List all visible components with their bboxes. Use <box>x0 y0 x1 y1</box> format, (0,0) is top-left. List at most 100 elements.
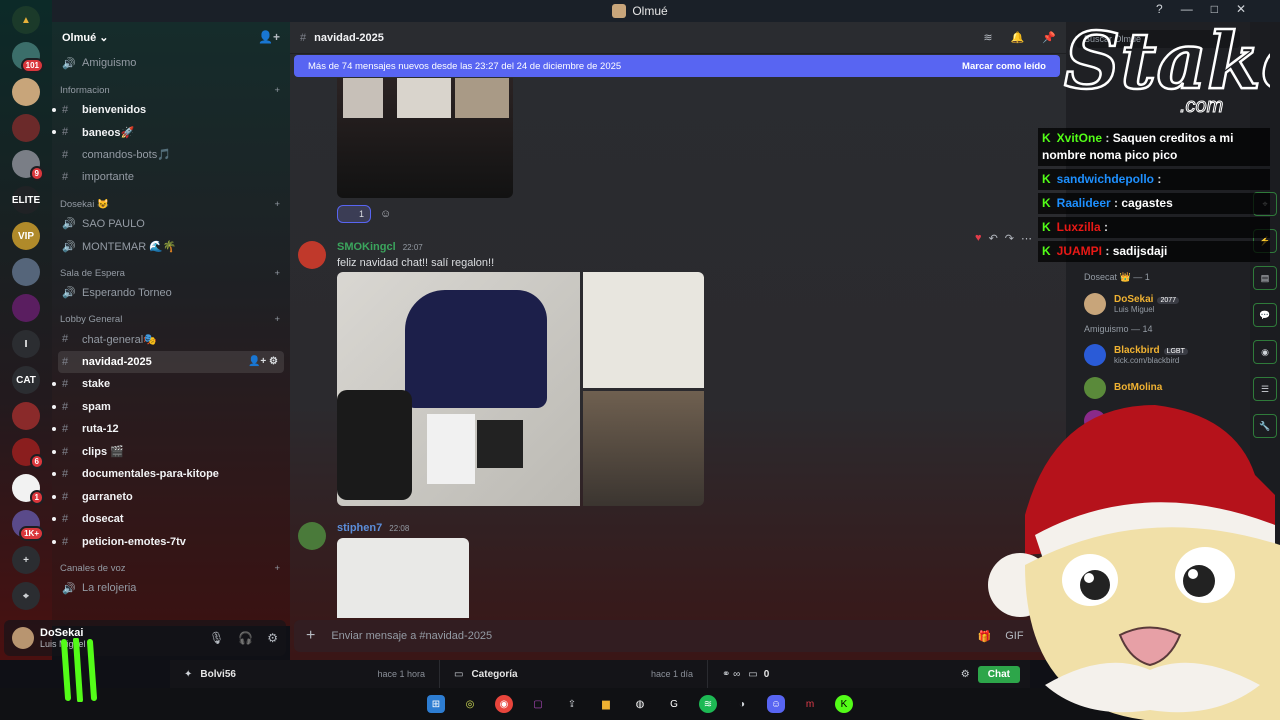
server-icon[interactable] <box>12 402 40 430</box>
app-icon[interactable]: ▢ <box>529 695 547 713</box>
settings-gear-icon[interactable]: ⚙ <box>961 669 970 680</box>
server-icon[interactable]: CAT <box>12 366 40 394</box>
server-header[interactable]: Olmué ⌄ 👤+ <box>52 22 290 52</box>
avatar[interactable] <box>298 241 326 269</box>
reaction-pill[interactable]: 1 <box>337 205 371 223</box>
member-item[interactable]: Blackbird LGBT kick.com/blackbird <box>1066 338 1250 371</box>
channel-category[interactable]: Canales de voz + <box>58 557 284 577</box>
message-author[interactable]: stiphen7 <box>337 522 382 534</box>
app-icon[interactable]: m <box>801 695 819 713</box>
add-channel-icon[interactable]: + <box>274 563 280 574</box>
home-icon[interactable]: ▲ <box>12 6 40 34</box>
bottom-item[interactable]: ✦ Bolvi56 hace 1 hora <box>170 660 440 688</box>
kick-icon[interactable]: K <box>835 695 853 713</box>
new-messages-banner[interactable]: Más de 74 mensajes nuevos desde las 23:2… <box>294 55 1060 77</box>
mark-as-read-button[interactable]: Marcar como leído <box>962 61 1046 72</box>
minimize-button[interactable]: — <box>1181 2 1193 16</box>
channel-settings-icon[interactable]: 👤+ ⚙ <box>248 356 278 367</box>
pin-icon[interactable]: 📌 <box>1042 31 1056 44</box>
discover-icon[interactable]: ⌖ <box>12 582 40 610</box>
settings-gear-icon[interactable]: ⚙ <box>267 631 278 645</box>
channel-item[interactable]: # navidad-2025 👤+ ⚙ <box>58 350 284 373</box>
broadcast-icon[interactable]: ◉ <box>1253 340 1277 364</box>
image-figures[interactable] <box>583 391 704 506</box>
image-comic[interactable] <box>583 272 704 388</box>
message-image[interactable] <box>337 78 513 198</box>
server-icon[interactable]: I <box>12 330 40 358</box>
channel-item[interactable]: # dosecat <box>52 508 284 531</box>
channel-category[interactable]: Lobby General + <box>58 308 284 328</box>
channel-item[interactable]: # spam <box>52 396 284 419</box>
close-button[interactable]: ✕ <box>1236 2 1246 16</box>
headphones-icon[interactable]: 🎧 <box>238 631 253 645</box>
message-image[interactable] <box>337 538 469 618</box>
reply-icon[interactable]: ↶ <box>989 232 998 245</box>
channel-category[interactable]: Sala de Espera + <box>58 262 284 282</box>
server-icon[interactable]: ELITE <box>12 186 40 214</box>
bell-icon[interactable]: 🔔 <box>1011 31 1025 44</box>
channel-item[interactable]: 🔊 Esperando Torneo <box>58 282 284 305</box>
heart-icon[interactable]: ♥ <box>975 232 982 245</box>
app-icon[interactable]: G <box>665 695 683 713</box>
obs-icon[interactable]: ◍ <box>631 695 649 713</box>
channel-item[interactable]: # baneos🚀 <box>52 121 284 144</box>
channel-item[interactable]: # clips 🎬 <box>52 441 284 464</box>
channel-item[interactable]: # chat-general🎭 <box>58 328 284 351</box>
member-item[interactable]: DoSekai 2077 Luis Miguel <box>1066 287 1250 320</box>
app-icon[interactable]: ◑ <box>733 695 751 713</box>
avatar[interactable] <box>12 627 34 649</box>
add-server-icon[interactable]: + <box>12 546 40 574</box>
server-icon[interactable]: 101 <box>12 42 44 73</box>
help-icon[interactable]: ? <box>1156 2 1163 16</box>
add-attachment-icon[interactable]: + <box>306 627 315 645</box>
folder-icon[interactable]: ▆ <box>597 695 615 713</box>
server-icon[interactable]: 6 <box>12 438 44 469</box>
add-channel-icon[interactable]: + <box>274 268 280 279</box>
threads-icon[interactable]: ≋ <box>983 31 992 44</box>
maximize-button[interactable]: □ <box>1211 2 1218 16</box>
channel-item[interactable]: # ruta-12 <box>52 418 284 441</box>
channel-item[interactable]: # bienvenidos <box>52 99 284 122</box>
chat-bubble-icon[interactable]: 💬 <box>1253 303 1277 327</box>
message-author[interactable]: SMOKingcl <box>337 241 396 253</box>
server-icon[interactable] <box>12 294 40 322</box>
document-icon[interactable]: ▤ <box>1253 266 1277 290</box>
image-sneakers[interactable] <box>337 272 580 506</box>
channel-item[interactable]: # stake <box>52 373 284 396</box>
server-icon[interactable]: 1K+ <box>12 510 44 541</box>
add-reaction-icon[interactable]: ☺ <box>380 208 391 220</box>
channel-category[interactable]: Informacion + <box>58 79 284 99</box>
forward-icon[interactable]: ↷ <box>1005 232 1014 245</box>
server-icon[interactable] <box>12 258 40 286</box>
channel-item[interactable]: # garraneto <box>52 486 284 509</box>
channel-item[interactable]: 🔊 MONTEMAR 🌊🌴 <box>58 235 284 258</box>
channel-item[interactable]: # documentales-para-kitope <box>52 463 284 486</box>
channel-amiguismo[interactable]: 🔊 Amiguismo <box>58 52 284 75</box>
discord-icon[interactable]: ☺ <box>767 695 785 713</box>
chrome-icon[interactable]: ◉ <box>495 695 513 713</box>
invite-icon[interactable]: 👤+ <box>258 30 280 44</box>
app-icon[interactable]: ◎ <box>461 695 479 713</box>
channel-item[interactable]: 🔊 SAO PAULO <box>58 213 284 236</box>
message-composer[interactable]: + Enviar mensaje a #navidad-2025 🎁 GIF ▣ <box>294 620 1060 652</box>
channel-item[interactable]: # comandos-bots🎵 <box>58 144 284 167</box>
server-icon[interactable]: 9 <box>12 150 44 181</box>
avatar[interactable] <box>298 522 326 550</box>
more-icon[interactable]: ⋯ <box>1021 232 1032 245</box>
server-icon[interactable]: VIP <box>12 222 40 250</box>
channel-item[interactable]: # importante <box>58 166 284 189</box>
spotify-icon[interactable]: ≋ <box>699 695 717 713</box>
windows-start-icon[interactable]: ⊞ <box>427 695 445 713</box>
add-channel-icon[interactable]: + <box>274 314 280 325</box>
search-input[interactable]: Buscar Olmué <box>1076 30 1240 48</box>
app-icon[interactable]: ⇪ <box>563 695 581 713</box>
channel-item[interactable]: 🔊 La relojeria <box>58 577 284 600</box>
server-icon[interactable] <box>12 114 40 142</box>
bottom-item[interactable]: ▭ Categoría hace 1 día <box>440 660 708 688</box>
channel-item[interactable]: # peticion-emotes-7tv <box>52 531 284 554</box>
server-icon[interactable]: 1 <box>12 474 44 505</box>
add-channel-icon[interactable]: + <box>274 199 280 210</box>
add-channel-icon[interactable]: + <box>274 85 280 96</box>
channel-category[interactable]: Dosekai 😺 + <box>58 193 284 213</box>
server-icon[interactable] <box>12 78 40 106</box>
